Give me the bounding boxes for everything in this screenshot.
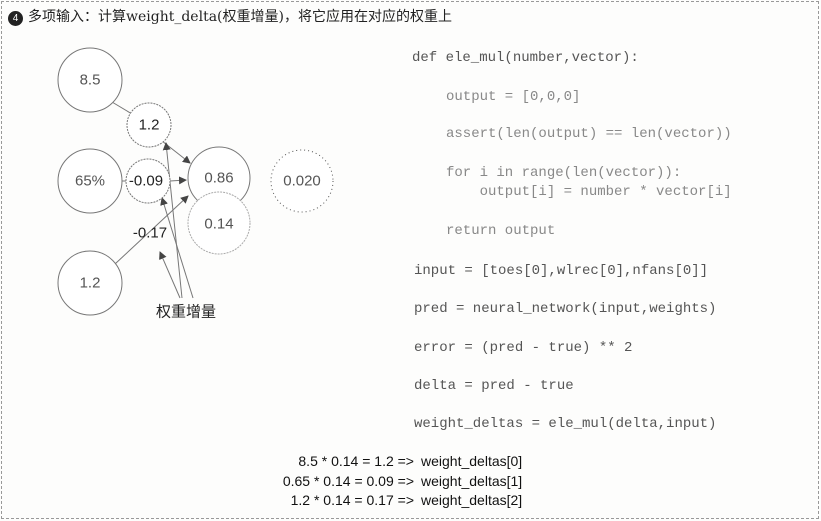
calc-target-3: weight_deltas[2] bbox=[421, 492, 523, 508]
calc-expr-3: 1.2 * 0.14 = 0.17 => bbox=[290, 492, 414, 508]
edge-1 bbox=[111, 101, 133, 115]
input-value-2: 65% bbox=[74, 172, 106, 190]
code-line: assert(len(output) == len(vector)) bbox=[446, 126, 732, 142]
annotation-arrow-2 bbox=[160, 197, 194, 299]
calc-expr-1: 8.5 * 0.14 = 1.2 => bbox=[298, 453, 414, 469]
input-value-1: 8.5 bbox=[79, 71, 101, 89]
edge-arrow-2 bbox=[169, 176, 187, 185]
annotation-label: 权重增量 bbox=[155, 302, 217, 321]
code-line: output = [0,0,0] bbox=[446, 89, 581, 105]
calc-target-1: weight_deltas[0] bbox=[421, 453, 523, 469]
prediction-value: 0.86 bbox=[204, 169, 234, 187]
network-diagram bbox=[57, 47, 334, 316]
error-value: 0.020 bbox=[283, 172, 321, 190]
calc-target-2: weight_deltas[1] bbox=[421, 473, 523, 489]
input-value-3: 1.2 bbox=[79, 274, 101, 292]
delta-value: 0.14 bbox=[204, 215, 234, 233]
annotation-arrow-1 bbox=[162, 142, 183, 299]
code-line: weight_deltas = ele_mul(delta,input) bbox=[414, 416, 717, 432]
annotation-arrow-3 bbox=[159, 251, 181, 299]
code-line: output[i] = number * vector[i] bbox=[446, 184, 732, 200]
code-line: return output bbox=[446, 223, 556, 239]
code-line: pred = neural_network(input,weights) bbox=[414, 301, 717, 317]
code-line: error = (pred - true) ** 2 bbox=[414, 340, 633, 356]
code-line: def ele_mul(number,vector): bbox=[412, 50, 639, 66]
figure-page: 4 多项输入：计算weight_delta(权重增量)，将它应用在对应的权重上 8… bbox=[0, 0, 821, 521]
code-line: delta = pred - true bbox=[414, 378, 574, 394]
weight-delta-2: -0.09 bbox=[128, 172, 164, 190]
code-line: for i in range(len(vector)): bbox=[446, 165, 682, 181]
calc-expr-2: 0.65 * 0.14 = 0.09 => bbox=[282, 473, 414, 489]
weight-delta-1: 1.2 bbox=[138, 116, 160, 134]
weight-delta-3: -0.17 bbox=[132, 224, 168, 242]
code-line: input = [toes[0],wlrec[0],nfans[0]] bbox=[414, 263, 709, 279]
